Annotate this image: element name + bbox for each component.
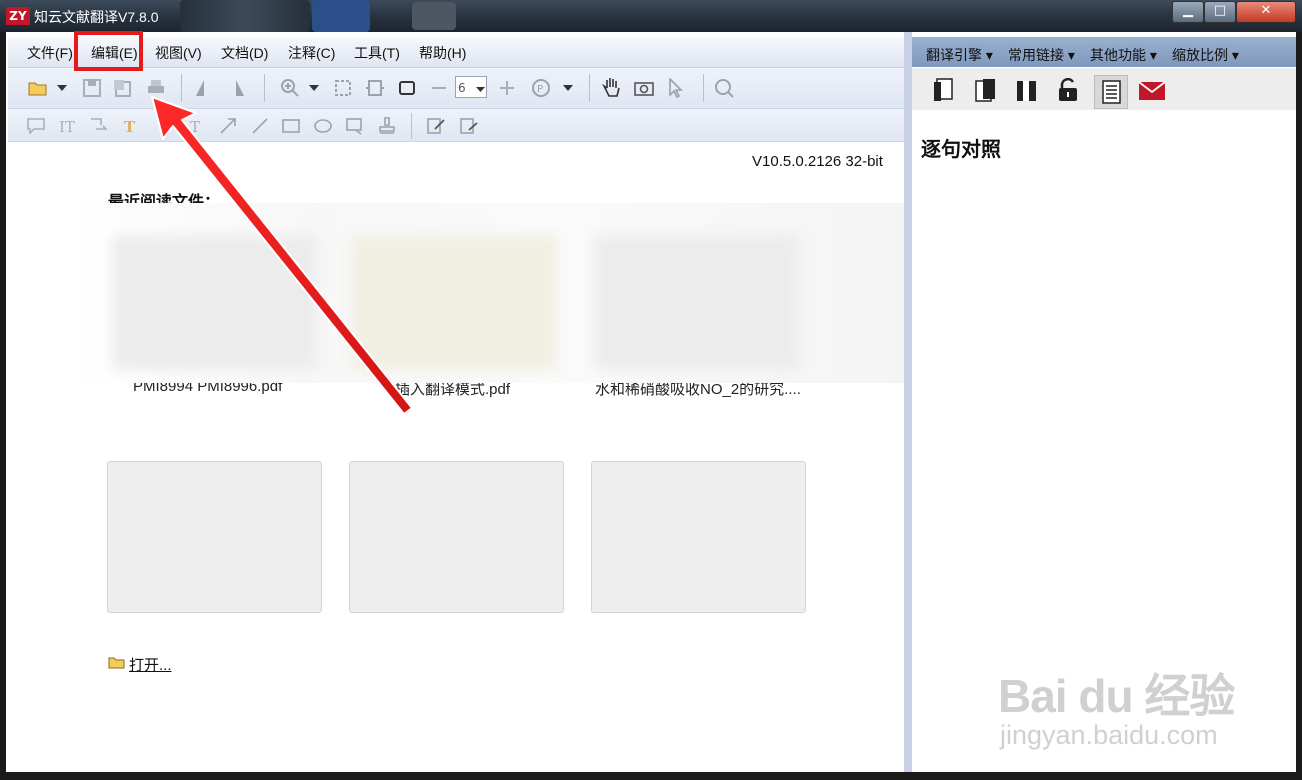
- baidu-watermark-url: jingyan.baidu.com: [1000, 720, 1218, 750]
- baidu-watermark-logo: Bai du 经验: [998, 670, 1235, 722]
